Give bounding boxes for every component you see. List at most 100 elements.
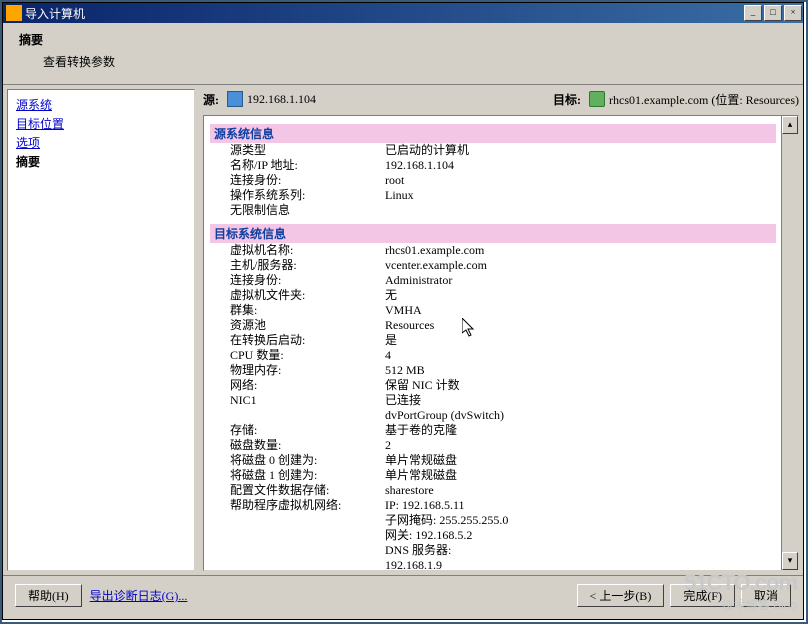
info-row: 操作系统系列:Linux: [210, 188, 776, 203]
info-value: 单片常规磁盘: [385, 468, 776, 483]
maximize-button[interactable]: □: [764, 5, 782, 21]
info-key: [210, 513, 385, 528]
minimize-button[interactable]: _: [744, 5, 762, 21]
info-value: 192.168.1.9: [385, 558, 776, 570]
page-title: 摘要: [19, 31, 787, 48]
info-row: 资源池Resources: [210, 318, 776, 333]
info-key: 配置文件数据存储:: [210, 483, 385, 498]
target-label: 目标:: [553, 91, 581, 108]
nav-step[interactable]: 选项: [16, 134, 186, 151]
section-header: 源系统信息: [210, 124, 776, 143]
wizard-header: 摘要 查看转换参数: [3, 23, 803, 84]
info-row: 连接身份:Administrator: [210, 273, 776, 288]
info-row: 将磁盘 1 创建为:单片常规磁盘: [210, 468, 776, 483]
info-value: 已连接: [385, 393, 776, 408]
scroll-down-icon[interactable]: ▾: [782, 552, 798, 570]
info-value: IP: 192.168.5.11: [385, 498, 776, 513]
info-row: NIC1已连接: [210, 393, 776, 408]
back-button[interactable]: < 上一步(B): [577, 584, 665, 607]
info-value: Linux: [385, 188, 776, 203]
scroll-up-icon[interactable]: ▴: [782, 116, 798, 134]
info-key: CPU 数量:: [210, 348, 385, 363]
section-header: 目标系统信息: [210, 224, 776, 243]
info-key: 物理内存:: [210, 363, 385, 378]
info-value: 网关: 192.168.5.2: [385, 528, 776, 543]
info-row: 配置文件数据存储:sharestore: [210, 483, 776, 498]
info-value: DNS 服务器:: [385, 543, 776, 558]
info-row: 物理内存:512 MB: [210, 363, 776, 378]
source-value: 192.168.1.104: [247, 92, 316, 107]
info-key: [210, 408, 385, 423]
import-computer-window: 导入计算机 _ □ × 摘要 查看转换参数 源系统目标位置选项摘要 源: 192…: [2, 2, 804, 620]
cancel-button[interactable]: 取消: [741, 584, 791, 607]
info-key: 存储:: [210, 423, 385, 438]
info-key: 帮助程序虚拟机网络:: [210, 498, 385, 513]
window-title: 导入计算机: [25, 5, 85, 22]
info-key: 资源池: [210, 318, 385, 333]
titlebar: 导入计算机 _ □ ×: [3, 3, 803, 23]
info-value: Administrator: [385, 273, 776, 288]
info-key: 连接身份:: [210, 273, 385, 288]
info-row: 磁盘数量:2: [210, 438, 776, 453]
info-key: NIC1: [210, 393, 385, 408]
info-value: vcenter.example.com: [385, 258, 776, 273]
info-value: 2: [385, 438, 776, 453]
info-row: 帮助程序虚拟机网络:IP: 192.168.5.11: [210, 498, 776, 513]
info-key: 网络:: [210, 378, 385, 393]
info-value: 基于卷的克隆: [385, 423, 776, 438]
info-key: 群集:: [210, 303, 385, 318]
info-value: 4: [385, 348, 776, 363]
info-row: 虚拟机文件夹:无: [210, 288, 776, 303]
info-value: 保留 NIC 计数: [385, 378, 776, 393]
info-row: 主机/服务器:vcenter.example.com: [210, 258, 776, 273]
info-key: 无限制信息: [210, 203, 776, 218]
info-key: 虚拟机文件夹:: [210, 288, 385, 303]
nav-step[interactable]: 目标位置: [16, 115, 186, 132]
page-subtitle: 查看转换参数: [43, 53, 787, 70]
info-key: 将磁盘 1 创建为:: [210, 468, 385, 483]
info-row: 将磁盘 0 创建为:单片常规磁盘: [210, 453, 776, 468]
info-value: 512 MB: [385, 363, 776, 378]
info-row: 网络:保留 NIC 计数: [210, 378, 776, 393]
info-key: 在转换后启动:: [210, 333, 385, 348]
target-value: rhcs01.example.com (位置: Resources): [609, 91, 799, 108]
vertical-scrollbar[interactable]: ▴ ▾: [781, 116, 798, 570]
info-value: rhcs01.example.com: [385, 243, 776, 258]
info-row: 连接身份:root: [210, 173, 776, 188]
info-row: 在转换后启动:是: [210, 333, 776, 348]
finish-button[interactable]: 完成(F): [670, 584, 735, 607]
info-key: [210, 558, 385, 570]
info-key: 操作系统系列:: [210, 188, 385, 203]
info-row: 名称/IP 地址:192.168.1.104: [210, 158, 776, 173]
info-value: root: [385, 173, 776, 188]
info-value: dvPortGroup (dvSwitch): [385, 408, 776, 423]
info-key: 将磁盘 0 创建为:: [210, 453, 385, 468]
app-icon: [6, 5, 22, 21]
info-value: 已启动的计算机: [385, 143, 776, 158]
info-value: 无: [385, 288, 776, 303]
info-value: VMHA: [385, 303, 776, 318]
export-log-link[interactable]: 导出诊断日志(G)...: [90, 587, 188, 604]
wizard-nav: 源系统目标位置选项摘要: [7, 89, 195, 571]
info-row: 虚拟机名称:rhcs01.example.com: [210, 243, 776, 258]
info-key: 源类型: [210, 143, 385, 158]
computer-icon: [227, 91, 243, 107]
help-button[interactable]: 帮助(H): [15, 584, 82, 607]
nav-step[interactable]: 源系统: [16, 96, 186, 113]
info-row: 存储:基于卷的克隆: [210, 423, 776, 438]
info-value: 单片常规磁盘: [385, 453, 776, 468]
info-key: 连接身份:: [210, 173, 385, 188]
info-key: 主机/服务器:: [210, 258, 385, 273]
info-value: Resources: [385, 318, 776, 333]
info-row: 源类型已启动的计算机: [210, 143, 776, 158]
info-key: 磁盘数量:: [210, 438, 385, 453]
info-key: 名称/IP 地址:: [210, 158, 385, 173]
resource-icon: [589, 91, 605, 107]
close-button[interactable]: ×: [784, 5, 802, 21]
info-value: 是: [385, 333, 776, 348]
info-value: 192.168.1.104: [385, 158, 776, 173]
info-value: 子网掩码: 255.255.255.0: [385, 513, 776, 528]
info-key: [210, 528, 385, 543]
nav-step: 摘要: [16, 153, 186, 170]
info-row: CPU 数量:4: [210, 348, 776, 363]
